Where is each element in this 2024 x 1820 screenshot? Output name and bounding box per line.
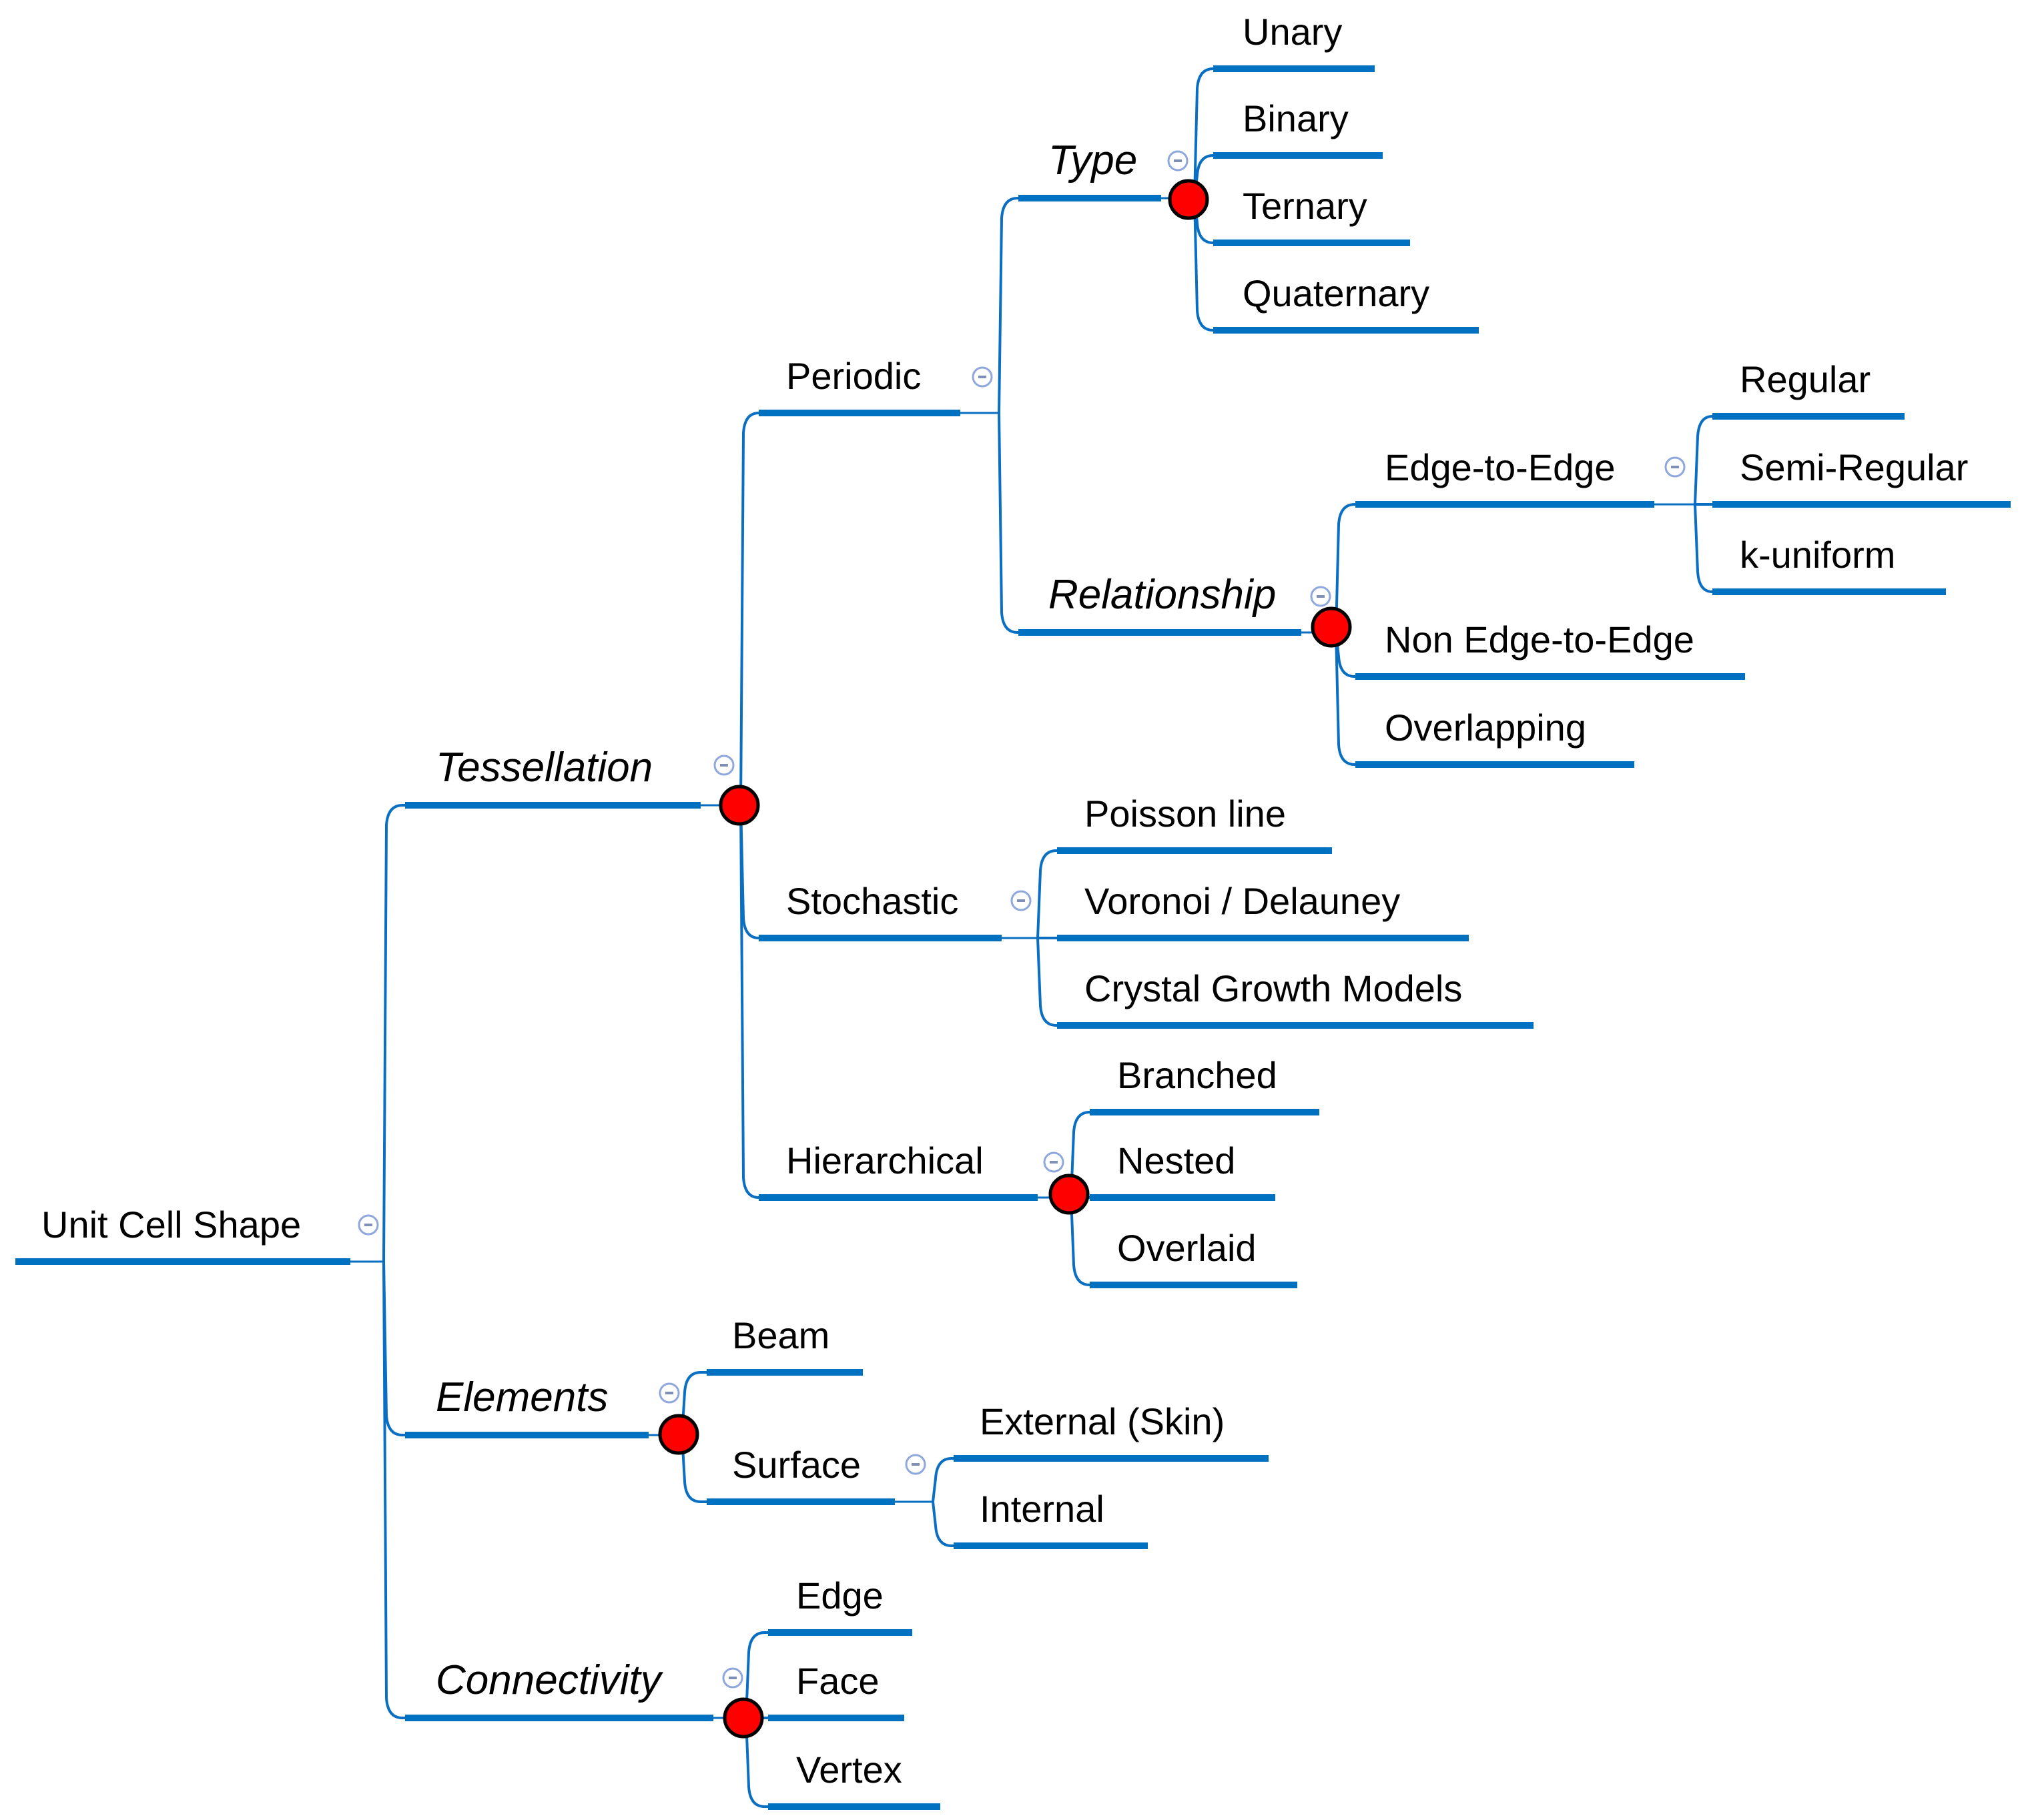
node-face[interactable]: Face — [768, 1660, 904, 1721]
connector-tessellation — [382, 804, 405, 1262]
node-elements[interactable]: Elements — [405, 1374, 699, 1455]
node-crystal-growth-models[interactable]: Crystal Growth Models — [1057, 967, 1534, 1029]
node-label: Relationship — [1048, 572, 1276, 618]
node-label: Quaternary — [1243, 272, 1429, 314]
node-unary[interactable]: Unary — [1213, 11, 1375, 72]
node-label: Binary — [1243, 97, 1349, 139]
node-binary[interactable]: Binary — [1213, 97, 1383, 159]
connector-periodic — [739, 412, 759, 806]
node-label: Non Edge-to-Edge — [1385, 618, 1694, 660]
node-label: k-uniform — [1740, 534, 1895, 576]
node-connectivity[interactable]: Connectivity — [405, 1657, 764, 1739]
node-label: Vertex — [796, 1749, 902, 1791]
node-non-edge-to-edge[interactable]: Non Edge-to-Edge — [1355, 618, 1745, 680]
collapse-icon[interactable] — [1664, 456, 1686, 478]
node-poisson-line[interactable]: Poisson line — [1057, 793, 1332, 854]
connector-regular — [1694, 415, 1713, 505]
nodes: Unit Cell Shape Tessellation Periodic Type U… — [15, 11, 2011, 1810]
node-label: Branched — [1117, 1054, 1277, 1096]
node-label: Regular — [1740, 358, 1871, 400]
collapse-icon[interactable] — [1043, 1152, 1064, 1173]
collapse-icon[interactable] — [905, 1454, 926, 1475]
node-external-skin[interactable]: External (Skin) — [954, 1400, 1269, 1462]
node-label: Beam — [732, 1314, 829, 1356]
node-unit-cell-shape[interactable]: Unit Cell Shape — [15, 1204, 379, 1265]
marker-dot — [719, 785, 760, 826]
connector-internal — [932, 1501, 954, 1547]
node-label: Crystal Growth Models — [1084, 967, 1462, 1009]
node-label: Surface — [732, 1444, 861, 1486]
collapse-icon[interactable] — [659, 1382, 680, 1404]
collapse-icon[interactable] — [1310, 586, 1331, 607]
node-surface[interactable]: Surface — [707, 1444, 926, 1505]
node-hierarchical[interactable]: Hierarchical — [759, 1140, 1090, 1215]
node-label: Hierarchical — [786, 1140, 984, 1182]
node-label: Unit Cell Shape — [41, 1204, 301, 1246]
connector-relationship — [998, 412, 1018, 634]
node-label: Overlaid — [1117, 1227, 1257, 1269]
connector-elements — [382, 1261, 405, 1436]
node-tessellation[interactable]: Tessellation — [405, 745, 760, 826]
node-label: Stochastic — [786, 880, 958, 922]
node-overlapping[interactable]: Overlapping — [1355, 707, 1634, 768]
marker-dot — [1311, 606, 1352, 648]
node-label: Connectivity — [436, 1657, 664, 1703]
collapse-icon[interactable] — [722, 1667, 743, 1689]
node-relationship[interactable]: Relationship — [1018, 572, 1352, 648]
marker-dot — [1048, 1174, 1090, 1215]
connector-k-uniform — [1694, 504, 1713, 593]
connector-type — [998, 197, 1018, 414]
collapse-icon[interactable] — [358, 1214, 379, 1236]
node-label: Semi-Regular — [1740, 446, 1968, 488]
collapse-icon[interactable] — [1167, 150, 1189, 171]
node-internal[interactable]: Internal — [954, 1488, 1148, 1549]
node-label: Unary — [1243, 11, 1342, 53]
node-label: Edge-to-Edge — [1385, 446, 1616, 488]
node-ternary[interactable]: Ternary — [1213, 185, 1410, 246]
node-periodic[interactable]: Periodic — [759, 355, 993, 416]
node-overlaid[interactable]: Overlaid — [1090, 1227, 1297, 1288]
node-edge-to-edge[interactable]: Edge-to-Edge — [1355, 446, 1686, 508]
node-label: Type — [1048, 137, 1137, 183]
node-regular[interactable]: Regular — [1712, 358, 1905, 420]
connector-connectivity — [382, 1261, 405, 1719]
node-label: Face — [796, 1660, 880, 1702]
marker-dot — [723, 1697, 764, 1739]
node-label: Ternary — [1243, 185, 1367, 227]
node-label: Voronoi / Delauney — [1084, 880, 1400, 922]
node-label: Edge — [796, 1574, 884, 1617]
node-branched[interactable]: Branched — [1090, 1054, 1319, 1115]
node-nested[interactable]: Nested — [1090, 1140, 1275, 1201]
collapse-icon[interactable] — [972, 366, 993, 388]
node-label: External (Skin) — [980, 1400, 1225, 1442]
collapse-icon[interactable] — [1010, 890, 1032, 911]
node-type[interactable]: Type — [1018, 137, 1209, 220]
connector-external-skin — [932, 1457, 954, 1502]
node-voronoi-delauney[interactable]: Voronoi / Delauney — [1057, 880, 1469, 941]
connector-crystal-growth-models — [1036, 937, 1057, 1027]
node-k-uniform[interactable]: k-uniform — [1712, 534, 1946, 595]
node-vertex[interactable]: Vertex — [768, 1749, 940, 1810]
connector-poisson-line — [1036, 849, 1057, 939]
node-quaternary[interactable]: Quaternary — [1213, 272, 1479, 334]
collapse-icon[interactable] — [713, 755, 735, 776]
node-stochastic[interactable]: Stochastic — [759, 880, 1032, 941]
mind-map: Unit Cell Shape Tessellation Periodic Type U… — [15, 11, 2011, 1810]
node-beam[interactable]: Beam — [707, 1314, 863, 1376]
marker-dot — [658, 1414, 699, 1455]
node-label: Overlapping — [1385, 707, 1586, 749]
node-label: Periodic — [786, 355, 921, 397]
node-semi-regular[interactable]: Semi-Regular — [1712, 446, 2011, 508]
node-label: Internal — [980, 1488, 1104, 1530]
marker-dot — [1168, 179, 1209, 220]
node-label: Elements — [436, 1374, 608, 1420]
node-edge[interactable]: Edge — [768, 1574, 912, 1636]
node-label: Poisson line — [1084, 793, 1286, 835]
node-label: Nested — [1117, 1140, 1235, 1182]
node-label: Tessellation — [436, 745, 653, 791]
